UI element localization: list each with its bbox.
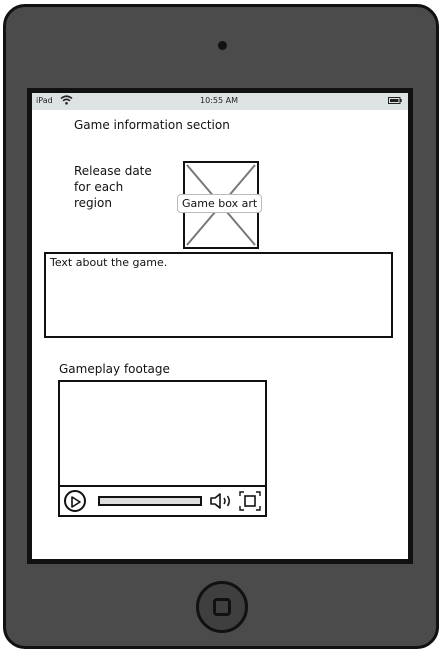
footage-label: Gameplay footage: [59, 362, 170, 376]
video-controls: [60, 485, 265, 515]
video-player[interactable]: [58, 380, 267, 517]
about-game-text: Text about the game.: [50, 256, 168, 269]
fullscreen-icon[interactable]: [239, 491, 261, 511]
section-title: Game information section: [74, 118, 230, 132]
status-time: 10:55 AM: [200, 96, 238, 105]
camera-icon: [218, 41, 227, 50]
device-name: iPad: [36, 96, 53, 105]
about-game-textbox[interactable]: Text about the game.: [44, 252, 393, 338]
wifi-icon: [60, 95, 73, 105]
box-art-label: Game box art: [177, 194, 263, 213]
play-button[interactable]: [64, 490, 86, 512]
battery-icon: [388, 97, 402, 104]
status-bar: iPad 10:55 AM: [32, 93, 408, 110]
progress-bar[interactable]: [98, 496, 202, 506]
home-button-icon: [213, 598, 231, 616]
release-date-text: Release date for each region: [74, 164, 152, 210]
volume-icon[interactable]: [209, 492, 235, 510]
screen: iPad 10:55 AM Game information section R…: [32, 93, 408, 559]
play-icon: [71, 496, 81, 508]
home-button[interactable]: [196, 581, 248, 633]
